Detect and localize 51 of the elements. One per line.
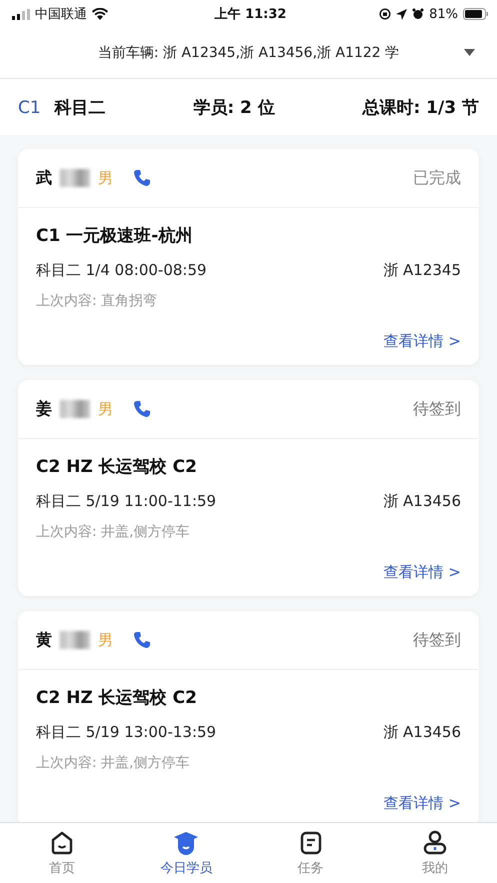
lesson-status: 待签到: [413, 630, 461, 650]
student-count: 学员: 2 位: [193, 96, 275, 118]
total-hours: 总课时: 1/3 节: [362, 96, 479, 118]
student-name: 武: [36, 168, 52, 188]
license-class: C1: [18, 98, 41, 118]
gender-label: 男: [98, 630, 113, 650]
tab-item[interactable]: 任务: [248, 823, 373, 883]
last-lesson-content: 上次内容: 直角拐弯: [36, 292, 158, 310]
student-name: 黄: [36, 630, 52, 650]
tab-item[interactable]: 今日学员: [124, 823, 248, 883]
course-name: C2 HZ 长运驾校 C2: [36, 687, 198, 709]
phone-icon[interactable]: [133, 631, 151, 649]
redaction-blur: [60, 400, 90, 418]
carrier-name: 中国联通: [35, 6, 87, 23]
car-plate: 浙 A13456: [383, 723, 461, 742]
student-name: 姜: [36, 398, 52, 420]
lesson-status: 已完成: [413, 168, 461, 188]
course-name: C1 一元极速班-杭州: [36, 225, 194, 247]
tab-item[interactable]: 首页: [0, 823, 124, 883]
view-details-link[interactable]: 查看详情 >: [384, 332, 461, 351]
redaction-blur: [60, 631, 90, 649]
wifi-icon: [92, 8, 108, 20]
phone-icon[interactable]: [133, 400, 151, 418]
phone-icon[interactable]: [133, 169, 151, 187]
alarm-icon: [412, 8, 424, 20]
lesson-schedule: 科目二 5/19 11:00-11:59: [36, 492, 216, 511]
lesson-status: 待签到: [413, 398, 461, 420]
battery-percent: 81%: [429, 6, 458, 22]
lesson-schedule: 科目二 1/4 08:00-08:59: [36, 261, 207, 280]
last-lesson-content: 上次内容: 井盖,侧方停车: [36, 754, 191, 772]
clipboard-icon: [298, 830, 323, 856]
gender-label: 男: [98, 168, 113, 188]
person-icon: [422, 830, 448, 856]
dropdown-caret-icon[interactable]: [464, 49, 475, 56]
graduation-cap-icon: [172, 830, 200, 856]
view-details-link[interactable]: 查看详情 >: [384, 794, 461, 813]
signal-icon: [12, 8, 30, 20]
location-arrow-icon: [396, 8, 408, 20]
last-lesson-content: 上次内容: 井盖,侧方停车: [36, 523, 191, 541]
rotation-lock-icon: [379, 8, 392, 20]
gender-label: 男: [98, 400, 113, 418]
view-details-link[interactable]: 查看详情 >: [384, 563, 461, 582]
battery-icon: [463, 8, 489, 20]
course-name: C2 HZ 长运驾校 C2: [36, 456, 198, 478]
lesson-schedule: 科目二 5/19 13:00-13:59: [36, 723, 216, 742]
car-plate: 浙 A12345: [383, 261, 461, 280]
car-plate: 浙 A13456: [383, 492, 461, 511]
tab-item[interactable]: 我的: [372, 823, 497, 883]
redaction-blur: [60, 169, 90, 187]
clock-time: 上午 11:32: [214, 6, 286, 23]
subject-title: 科目二: [54, 96, 106, 118]
